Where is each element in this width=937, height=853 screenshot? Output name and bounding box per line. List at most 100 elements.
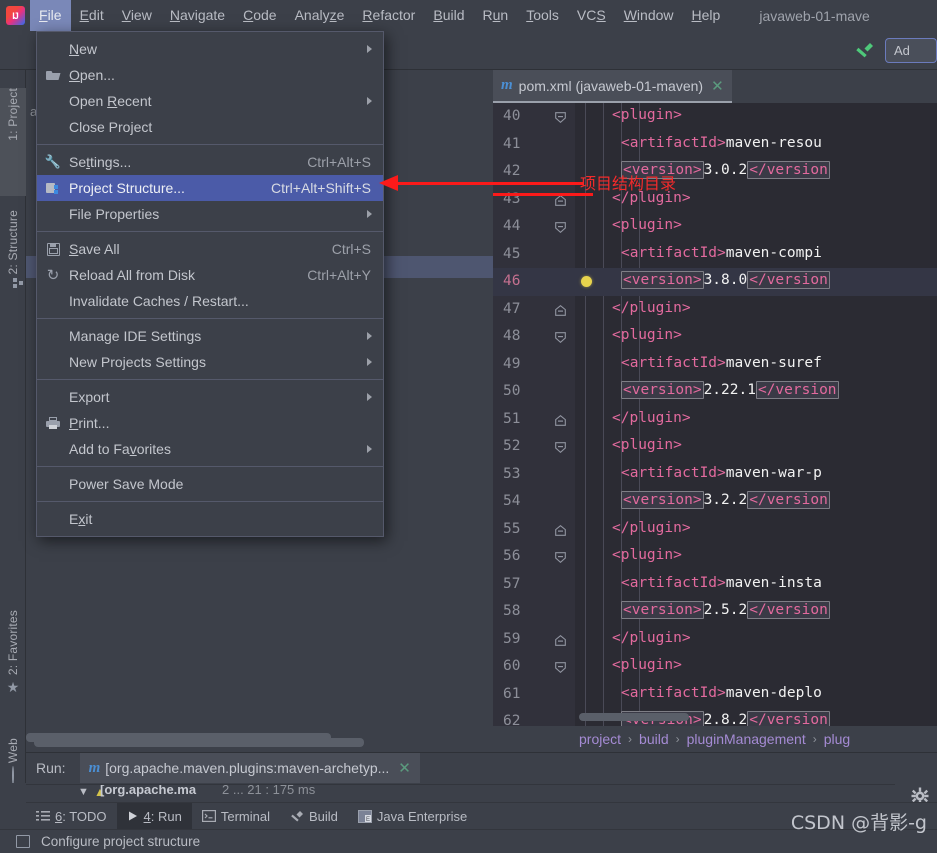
line-number: 48: [503, 328, 521, 344]
code-line-59[interactable]: 59 </plugin>: [493, 626, 937, 654]
breadcrumb-item-pluginManagement[interactable]: pluginManagement: [687, 731, 806, 747]
code-line-43[interactable]: 43 </plugin>: [493, 186, 937, 214]
fold-collapse-icon[interactable]: [555, 441, 566, 454]
bottom-tab-terminal[interactable]: Terminal: [192, 803, 280, 830]
breadcrumb-item-project[interactable]: project: [579, 731, 621, 747]
left-panel-horizontal-scrollbar[interactable]: [26, 733, 331, 742]
file-menu-item-power-save-mode[interactable]: Power Save Mode: [37, 471, 383, 497]
add-configuration-button[interactable]: Ad: [885, 38, 937, 63]
code-line-57[interactable]: 57 <artifactId>maven-insta: [493, 571, 937, 599]
chevron-right-icon: [367, 97, 372, 105]
fold-end-icon[interactable]: [555, 634, 566, 646]
menu-label: Run: [482, 7, 509, 23]
breadcrumb-separator: ›: [812, 732, 817, 746]
stripe-tab-1-project[interactable]: 1: Project: [0, 88, 26, 196]
menu-navigate[interactable]: Navigate: [161, 0, 234, 31]
intention-bulb-icon[interactable]: [581, 276, 592, 287]
menu-label: Window: [623, 7, 674, 23]
code-line-51[interactable]: 51 </plugin>: [493, 406, 937, 434]
fold-collapse-icon[interactable]: [555, 111, 566, 124]
editor-tab-pom-xml[interactable]: m pom.xml (javaweb-01-maven) ✕: [493, 70, 732, 103]
bottom-tab-java-enterprise[interactable]: E Java Enterprise: [348, 803, 477, 830]
file-menu-item-label: Print...: [69, 415, 110, 431]
code-line-46[interactable]: 46 <version> 3.8.0 </version: [493, 268, 937, 296]
close-icon[interactable]: ✕: [398, 759, 411, 777]
menu-view[interactable]: View: [113, 0, 161, 31]
fold-end-icon[interactable]: [555, 304, 566, 316]
code-line-61[interactable]: 61 <artifactId>maven-deplo: [493, 681, 937, 709]
menu-build[interactable]: Build: [424, 0, 473, 31]
file-menu-item-new[interactable]: New: [37, 36, 383, 62]
file-menu-item-shortcut: Ctrl+Alt+S: [307, 154, 371, 170]
code-line-52[interactable]: 52 <plugin>: [493, 433, 937, 461]
file-menu-item-exit[interactable]: Exit: [37, 506, 383, 532]
menu-code[interactable]: Code: [234, 0, 285, 31]
fold-end-icon[interactable]: [555, 414, 566, 426]
menu-file[interactable]: File: [30, 0, 71, 31]
code-line-45[interactable]: 45 <artifactId>maven-compi: [493, 241, 937, 269]
code-line-60[interactable]: 60 <plugin>: [493, 653, 937, 681]
file-menu-item-file-properties[interactable]: File Properties: [37, 201, 383, 227]
code-line-48[interactable]: 48 <plugin>: [493, 323, 937, 351]
file-menu-item-export[interactable]: Export: [37, 384, 383, 410]
code-line-56[interactable]: 56 <plugin>: [493, 543, 937, 571]
code-line-44[interactable]: 44 <plugin>: [493, 213, 937, 241]
code-line-40[interactable]: 40 <plugin>: [493, 103, 937, 131]
file-menu-item-settings[interactable]: 🔧 Settings... Ctrl+Alt+S: [37, 149, 383, 175]
fold-collapse-icon[interactable]: [555, 331, 566, 344]
menu-tools[interactable]: Tools: [517, 0, 568, 31]
code-text: </plugin>: [612, 629, 691, 646]
breadcrumb-item-plug[interactable]: plug: [824, 731, 850, 747]
fold-collapse-icon[interactable]: [555, 661, 566, 674]
breadcrumb-item-build[interactable]: build: [639, 731, 669, 747]
bottom-tab-4-run[interactable]: 4: Run: [116, 802, 192, 830]
code-line-58[interactable]: 58 <version> 2.5.2 </version: [493, 598, 937, 626]
line-number: 40: [503, 108, 521, 124]
code-line-41[interactable]: 41 <artifactId>maven-resou: [493, 131, 937, 159]
run-configuration-tab[interactable]: m [org.apache.maven.plugins:maven-archet…: [79, 753, 420, 783]
stripe-tab-2-structure[interactable]: 2: Structure: [0, 210, 26, 338]
hammer-icon[interactable]: [853, 41, 875, 61]
fold-end-icon[interactable]: [555, 524, 566, 536]
stripe-tab-2-favorites[interactable]: 2: Favorites ★: [0, 610, 26, 732]
file-menu-item-invalidate-caches-restart[interactable]: Invalidate Caches / Restart...: [37, 288, 383, 314]
menu-run[interactable]: Run: [474, 0, 518, 31]
menu-vcs[interactable]: VCS: [568, 0, 615, 31]
code-line-47[interactable]: 47 </plugin>: [493, 296, 937, 324]
bottom-tab-build[interactable]: Build: [280, 803, 348, 830]
collapse-triangle-icon[interactable]: ▼: [78, 786, 89, 798]
file-menu-item-close-project[interactable]: Close Project: [37, 114, 383, 140]
file-menu-item-print[interactable]: Print...: [37, 410, 383, 436]
file-menu-item-label: Close Project: [69, 119, 153, 135]
menu-help[interactable]: Help: [683, 0, 730, 31]
menu-edit[interactable]: Edit: [71, 0, 113, 31]
menu-window[interactable]: Window: [615, 0, 683, 31]
close-icon[interactable]: ✕: [711, 77, 724, 95]
file-menu-item-open[interactable]: Open...: [37, 62, 383, 88]
bottom-tab-6-todo[interactable]: 6: TODO: [26, 803, 117, 830]
file-menu-item-project-structure[interactable]: Project Structure... Ctrl+Alt+Shift+S: [37, 175, 383, 201]
file-menu-item-new-projects-settings[interactable]: New Projects Settings: [37, 349, 383, 375]
folder-open-icon: [37, 62, 69, 88]
code-line-54[interactable]: 54 <version> 3.2.2 </version: [493, 488, 937, 516]
code-line-49[interactable]: 49 <artifactId>maven-suref: [493, 351, 937, 379]
menu-refactor[interactable]: Refactor: [353, 0, 424, 31]
menu-divider: [37, 466, 383, 467]
file-menu-item-save-all[interactable]: Save All Ctrl+S: [37, 236, 383, 262]
hammer-icon: [290, 810, 304, 823]
file-menu-item-open-recent[interactable]: Open Recent: [37, 88, 383, 114]
file-menu-item-reload-all-from-disk[interactable]: ↻ Reload All from Disk Ctrl+Alt+Y: [37, 262, 383, 288]
code-line-50[interactable]: 50 <version> 2.22.1 </version: [493, 378, 937, 406]
fold-collapse-icon[interactable]: [555, 551, 566, 564]
editor-horizontal-scrollbar[interactable]: [579, 713, 689, 721]
code-line-55[interactable]: 55 </plugin>: [493, 516, 937, 544]
code-line-53[interactable]: 53 <artifactId>maven-war-p: [493, 461, 937, 489]
file-menu-item-manage-ide-settings[interactable]: Manage IDE Settings: [37, 323, 383, 349]
menu-divider: [37, 318, 383, 319]
code-canvas[interactable]: 40 <plugin> 41 <artifactId>maven-resou 42 <ve…: [493, 103, 937, 736]
intellij-idea-window: File Edit View Navigate Code Analyze Refactor B…: [0, 0, 937, 853]
run-console-output[interactable]: ▼ ▲ [org.apache.ma 2 ... 21 : 175 ms: [26, 785, 895, 803]
menu-analyze[interactable]: Analyze: [286, 0, 354, 31]
file-menu-item-add-to-favorites[interactable]: Add to Favorites: [37, 436, 383, 462]
fold-collapse-icon[interactable]: [555, 221, 566, 234]
